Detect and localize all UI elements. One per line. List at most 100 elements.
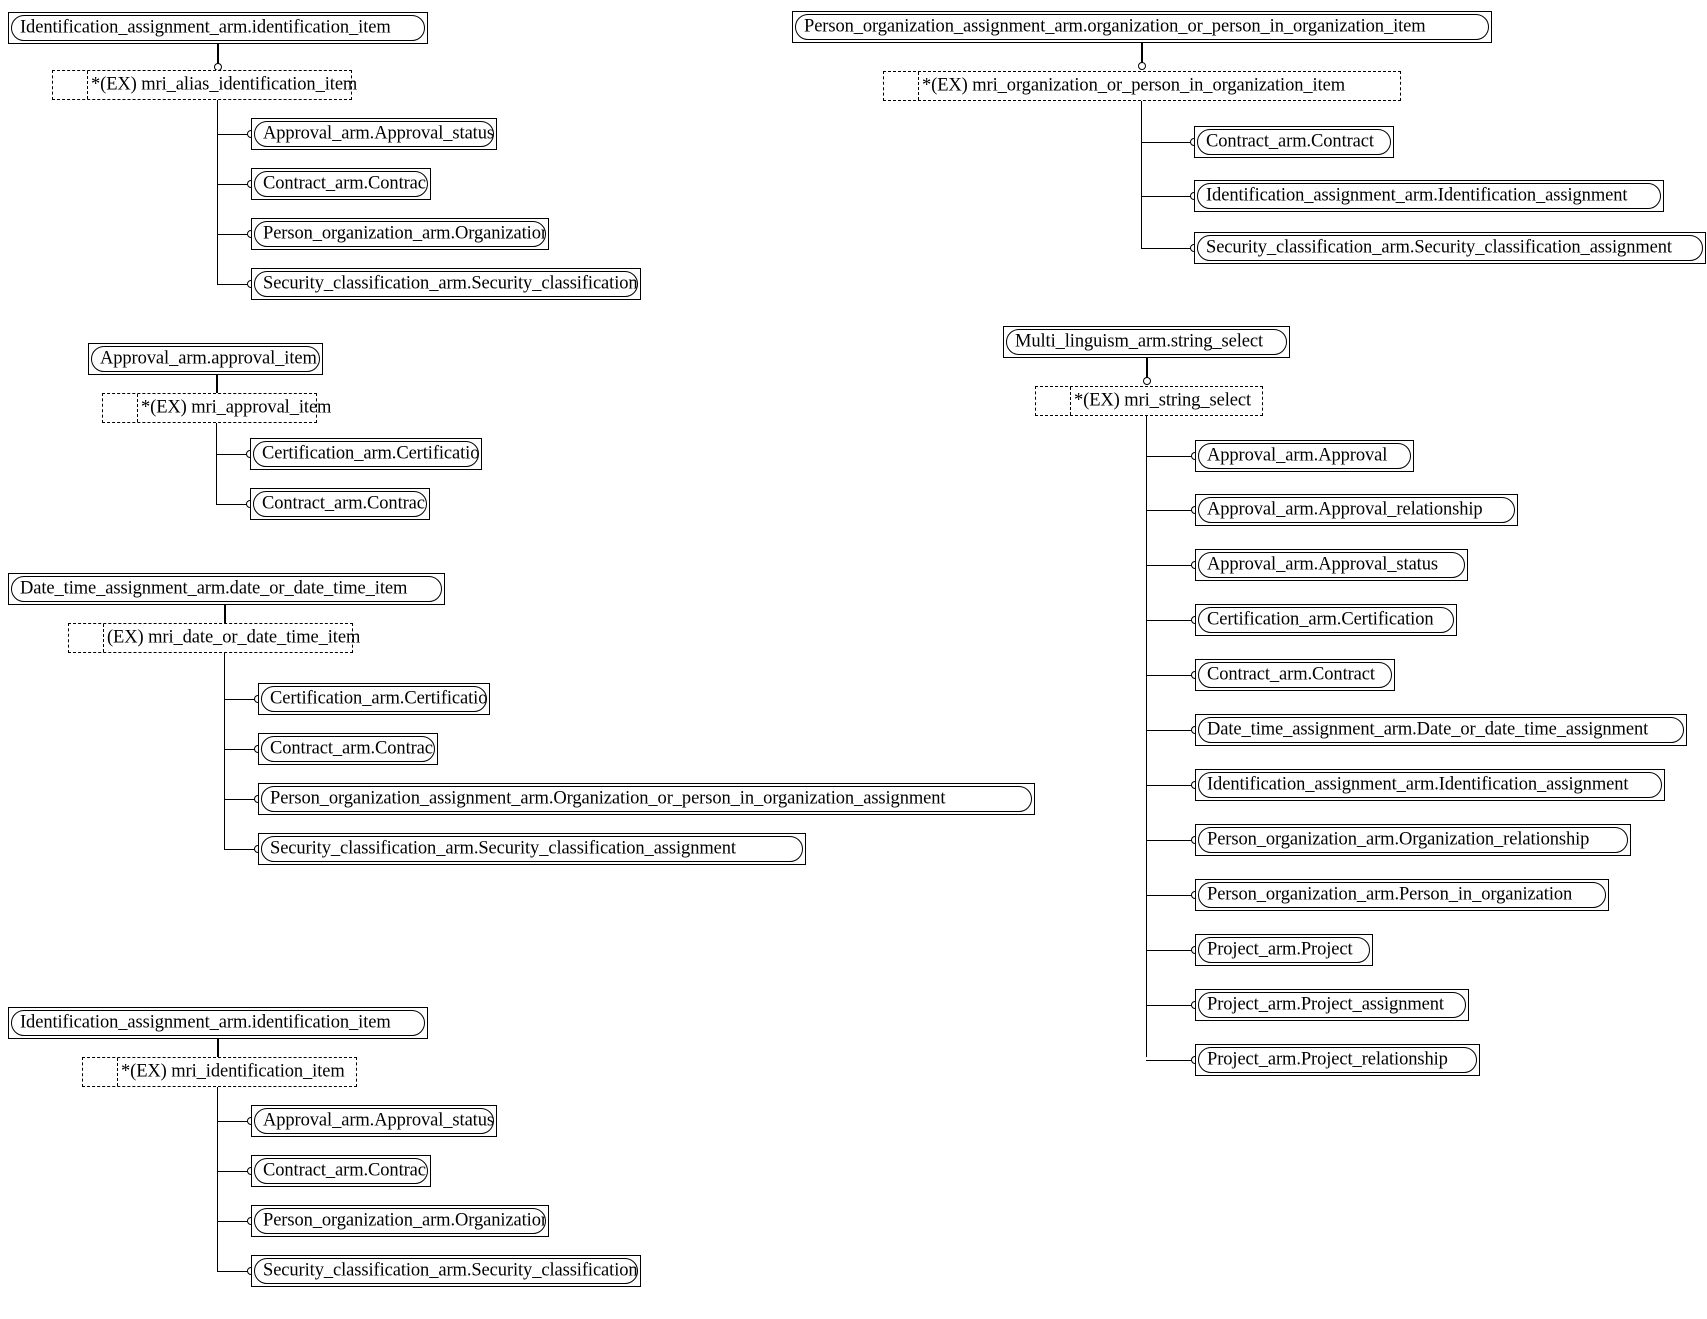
ex-box-date-or-date-time-item[interactable]: (EX) mri_date_or_date_time_item bbox=[68, 623, 360, 653]
entity-label: Identification_assignment_arm.Identifica… bbox=[1206, 185, 1628, 206]
entity-box-inner: Project_arm.Project bbox=[1198, 937, 1370, 963]
entity-label: Security_classification_arm.Security_cla… bbox=[270, 838, 736, 859]
entity-box-identification-assignment[interactable]: Identification_assignment_arm.Identifica… bbox=[1195, 769, 1665, 801]
ex-box-organization-or-person-in-organization-item[interactable]: *(EX) mri_organization_or_person_in_orga… bbox=[883, 71, 1401, 101]
entity-box-security-classification-assignment[interactable]: Security_classification_arm.Security_cla… bbox=[1194, 232, 1706, 264]
entity-label: Security_classification_arm.Security_cla… bbox=[263, 1260, 638, 1281]
entity-box-security-classification[interactable]: Security_classification_arm.Security_cla… bbox=[251, 1255, 641, 1287]
entity-box-inner: Approval_arm.Approval_status bbox=[254, 1108, 494, 1134]
tree-branch-line bbox=[1146, 785, 1195, 786]
ex-box-approval-item[interactable]: *(EX) mri_approval_item bbox=[102, 393, 331, 423]
entity-box-identification-assignment[interactable]: Identification_assignment_arm.Identifica… bbox=[1194, 180, 1664, 212]
entity-box-person-in-organization[interactable]: Person_organization_arm.Person_in_organi… bbox=[1195, 879, 1609, 911]
entity-box-inner: Security_classification_arm.Security_cla… bbox=[254, 1258, 638, 1284]
entity-box-organization[interactable]: Person_organization_arm.Organization bbox=[251, 218, 549, 250]
entity-label: Approval_arm.Approval_relationship bbox=[1207, 499, 1483, 520]
tree-trunk-line bbox=[1146, 416, 1147, 1057]
ex-box-label: *(EX) mri_string_select bbox=[1074, 390, 1252, 411]
entity-box-organization[interactable]: Person_organization_arm.Organization bbox=[251, 1205, 549, 1237]
entity-box-inner: Project_arm.Project_relationship bbox=[1198, 1047, 1477, 1073]
entity-box-organization-relationship[interactable]: Person_organization_arm.Organization_rel… bbox=[1195, 824, 1631, 856]
tree-branch-line bbox=[1141, 142, 1194, 143]
entity-label: Project_arm.Project_relationship bbox=[1207, 1049, 1448, 1070]
ex-box-gap-cell bbox=[1036, 387, 1071, 415]
entity-label: Certification_arm.Certification bbox=[1207, 609, 1434, 630]
entity-box-inner: Contract_arm.Contract bbox=[254, 1158, 428, 1184]
entity-box-contract[interactable]: Contract_arm.Contract bbox=[250, 488, 430, 520]
entity-box-approval-status[interactable]: Approval_arm.Approval_status bbox=[1195, 549, 1468, 581]
tree-branch-line bbox=[224, 749, 258, 750]
entity-box-root-alias-identification-item[interactable]: Identification_assignment_arm.identifica… bbox=[8, 12, 428, 44]
express-g-diagram-canvas: Identification_assignment_arm.identifica… bbox=[0, 0, 1707, 1319]
entity-box-approval-relationship[interactable]: Approval_arm.Approval_relationship bbox=[1195, 494, 1518, 526]
entity-box-inner: Approval_arm.approval_item bbox=[91, 346, 320, 372]
entity-box-date-or-date-time-assignment[interactable]: Date_time_assignment_arm.Date_or_date_ti… bbox=[1195, 714, 1687, 746]
ex-box-label: *(EX) mri_identification_item bbox=[121, 1061, 345, 1082]
entity-label: Project_arm.Project_assignment bbox=[1207, 994, 1444, 1015]
entity-box-inner: Contract_arm.Contract bbox=[1197, 129, 1391, 155]
tree-trunk-line bbox=[217, 1087, 218, 1272]
entity-box-project-assignment[interactable]: Project_arm.Project_assignment bbox=[1195, 989, 1469, 1021]
entity-label: Approval_arm.Approval bbox=[1207, 445, 1388, 466]
entity-box-inner: Contract_arm.Contract bbox=[253, 491, 427, 517]
entity-box-root-organization-or-person-in-organization-item[interactable]: Person_organization_assignment_arm.organ… bbox=[792, 11, 1492, 43]
entity-box-contract[interactable]: Contract_arm.Contract bbox=[258, 733, 438, 765]
ex-box-identification-item[interactable]: *(EX) mri_identification_item bbox=[82, 1057, 357, 1087]
entity-label: Person_organization_arm.Organization bbox=[263, 1210, 546, 1231]
entity-box-organization-or-person-in-organization-assignment[interactable]: Person_organization_assignment_arm.Organ… bbox=[258, 783, 1035, 815]
connector-circle bbox=[1143, 377, 1151, 385]
ex-box-gap-cell bbox=[83, 1058, 118, 1086]
entity-box-certification[interactable]: Certification_arm.Certification bbox=[250, 438, 482, 470]
entity-label: Person_organization_arm.Organization_rel… bbox=[1207, 829, 1590, 850]
entity-box-inner: Contract_arm.Contract bbox=[1198, 662, 1392, 688]
ex-box-string-select[interactable]: *(EX) mri_string_select bbox=[1035, 386, 1263, 416]
entity-label: Security_classification_arm.Security_cla… bbox=[263, 273, 638, 294]
entity-box-inner: Project_arm.Project_assignment bbox=[1198, 992, 1466, 1018]
entity-box-inner: Security_classification_arm.Security_cla… bbox=[261, 836, 803, 862]
tree-branch-line bbox=[217, 1171, 251, 1172]
entity-box-inner: Certification_arm.Certification bbox=[253, 441, 479, 467]
entity-box-inner: Certification_arm.Certification bbox=[1198, 607, 1454, 633]
entity-box-root-approval-item[interactable]: Approval_arm.approval_item bbox=[88, 343, 323, 375]
entity-box-contract[interactable]: Contract_arm.Contract bbox=[1194, 126, 1394, 158]
entity-box-inner: Security_classification_arm.Security_cla… bbox=[1197, 235, 1703, 261]
entity-box-inner: Person_organization_arm.Organization bbox=[254, 221, 546, 247]
entity-box-security-classification-assignment[interactable]: Security_classification_arm.Security_cla… bbox=[258, 833, 806, 865]
entity-box-inner: Certification_arm.Certification bbox=[261, 686, 487, 712]
tree-branch-line bbox=[224, 799, 258, 800]
entity-box-approval[interactable]: Approval_arm.Approval bbox=[1195, 440, 1414, 472]
entity-box-root-date-or-date-time-item[interactable]: Date_time_assignment_arm.date_or_date_ti… bbox=[8, 573, 445, 605]
entity-box-security-classification[interactable]: Security_classification_arm.Security_cla… bbox=[251, 268, 641, 300]
entity-box-contract[interactable]: Contract_arm.Contract bbox=[251, 168, 431, 200]
entity-label: Person_organization_arm.Person_in_organi… bbox=[1207, 884, 1573, 905]
entity-label: Contract_arm.Contract bbox=[263, 173, 428, 194]
entity-label: Identification_assignment_arm.Identifica… bbox=[1207, 774, 1629, 795]
entity-box-inner: Security_classification_arm.Security_cla… bbox=[254, 271, 638, 297]
entity-box-approval-status[interactable]: Approval_arm.Approval_status bbox=[251, 1105, 497, 1137]
entity-box-inner: Contract_arm.Contract bbox=[254, 171, 428, 197]
tree-branch-line bbox=[1141, 196, 1194, 197]
ex-box-gap-cell bbox=[884, 72, 919, 100]
entity-label: Certification_arm.Certification bbox=[262, 443, 479, 464]
ex-box-alias-identification-item[interactable]: *(EX) mri_alias_identification_item bbox=[52, 70, 357, 100]
entity-label: Date_time_assignment_arm.date_or_date_ti… bbox=[20, 578, 408, 599]
entity-box-root-identification-item[interactable]: Identification_assignment_arm.identifica… bbox=[8, 1007, 428, 1039]
entity-box-certification[interactable]: Certification_arm.Certification bbox=[1195, 604, 1457, 636]
entity-box-certification[interactable]: Certification_arm.Certification bbox=[258, 683, 490, 715]
ex-box-label: (EX) mri_date_or_date_time_item bbox=[107, 627, 361, 648]
entity-box-project-relationship[interactable]: Project_arm.Project_relationship bbox=[1195, 1044, 1480, 1076]
tree-branch-line bbox=[1146, 620, 1195, 621]
entity-box-inner: Approval_arm.Approval_status bbox=[254, 121, 494, 147]
entity-box-approval-status[interactable]: Approval_arm.Approval_status bbox=[251, 118, 497, 150]
tree-branch-line bbox=[217, 134, 251, 135]
tree-branch-line bbox=[1146, 730, 1195, 731]
entity-box-inner: Date_time_assignment_arm.Date_or_date_ti… bbox=[1198, 717, 1684, 743]
entity-box-contract[interactable]: Contract_arm.Contract bbox=[251, 1155, 431, 1187]
entity-box-root-string-select[interactable]: Multi_linguism_arm.string_select bbox=[1003, 326, 1290, 358]
entity-box-project[interactable]: Project_arm.Project bbox=[1195, 934, 1373, 966]
tree-branch-line bbox=[1141, 248, 1194, 249]
tree-trunk-line bbox=[216, 423, 217, 505]
entity-label: Date_time_assignment_arm.Date_or_date_ti… bbox=[1207, 719, 1649, 740]
entity-box-contract[interactable]: Contract_arm.Contract bbox=[1195, 659, 1395, 691]
entity-label: Security_classification_arm.Security_cla… bbox=[1206, 237, 1672, 258]
